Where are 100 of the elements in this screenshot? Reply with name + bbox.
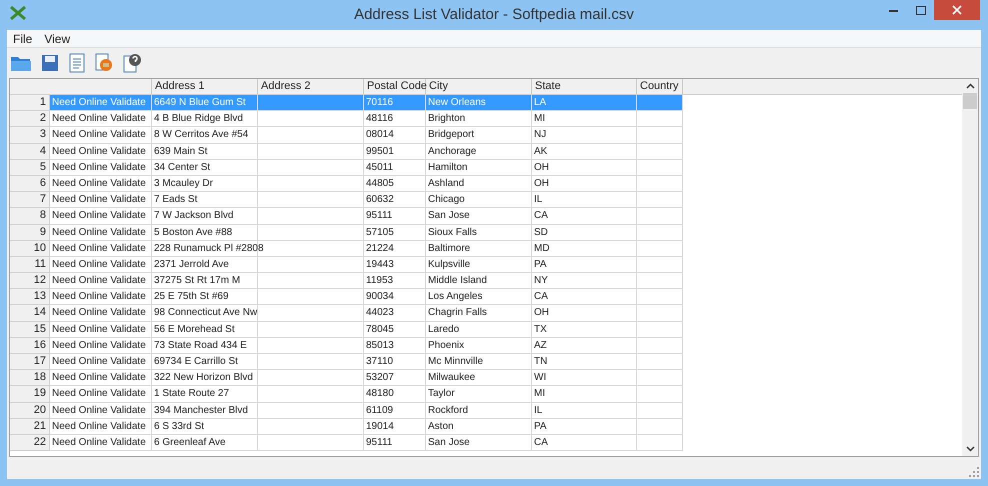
table-cell: PA <box>534 258 547 270</box>
table-row[interactable]: Need Online Validate 3 Mcauley Dr 44805 Ashland OH <box>50 176 683 192</box>
table-cell: 44023 <box>366 307 394 318</box>
table-cell: 6 S 33rd St <box>154 420 204 432</box>
column-header[interactable]: Address 1 <box>152 79 258 94</box>
table-cell: 61109 <box>366 404 394 416</box>
table-cell: 95111 <box>366 436 392 448</box>
table-cell: Kulpsville <box>428 258 470 270</box>
table-row[interactable]: Need Online Validate 322 New Horizon Blvd 53207 Milwaukee WI <box>50 370 683 386</box>
row-header[interactable]: 22 <box>10 434 50 452</box>
scroll-down-icon[interactable] <box>966 446 974 452</box>
row-header[interactable]: 5 <box>10 160 50 176</box>
scroll-thumb[interactable] <box>963 93 977 109</box>
table-row[interactable]: Need Online Validate 73 State Road 434 E 85013 Phoenix AZ <box>50 338 683 354</box>
table-row[interactable]: Need Online Validate 5 Boston Ave #88 57105 Sioux Falls SD <box>50 224 683 241</box>
row-header[interactable]: 10 <box>10 240 50 257</box>
column-header[interactable]: Country <box>637 79 683 94</box>
help-icon[interactable] <box>122 53 142 73</box>
row-header[interactable]: 14 <box>10 305 50 322</box>
row-header[interactable]: 4 <box>10 144 50 160</box>
row-header[interactable]: 7 <box>10 192 50 208</box>
table-row[interactable]: Need Online Validate 69734 E Carrillo St 37110 Mc Minnville TN <box>50 354 683 370</box>
table-cell: 19443 <box>366 258 394 270</box>
table-cell: 34 Center St <box>154 162 210 173</box>
table-cell: 53207 <box>366 372 394 384</box>
window-title: Address List Validator - Softpedia mail.csv <box>354 4 634 25</box>
app-icon <box>10 6 26 20</box>
row-header[interactable]: 21 <box>10 418 50 435</box>
table-row[interactable]: Need Online Validate 98 Connecticut Ave Nw 44023 Chagrin Falls OH <box>50 305 683 322</box>
table-row[interactable]: Need Online Validate 7 W Jackson Blvd 95111 San Jose CA <box>50 208 683 224</box>
table-row[interactable]: Need Online Validate 34 Center St 45011 Hamilton OH <box>50 160 683 176</box>
row-header[interactable]: 12 <box>10 273 50 290</box>
document-icon[interactable] <box>68 53 86 73</box>
table-row[interactable]: Need Online Validate 394 Manchester Blvd 61109 Rockford IL <box>50 402 683 419</box>
table-row[interactable]: Need Online Validate 37275 St Rt 17m M 11953 Middle Island NY <box>50 273 683 290</box>
table-row[interactable]: Need Online Validate 25 E 75th St #69 90034 Los Angeles CA <box>50 289 683 306</box>
table-cell: Need Online Validate <box>52 436 146 448</box>
table-cell: 7 Eads St <box>154 194 198 206</box>
close-button[interactable] <box>934 0 980 20</box>
row-header[interactable]: 15 <box>10 322 50 338</box>
table-cell: 6 Greenleaf Ave <box>154 436 226 448</box>
row-header[interactable]: 2 <box>10 111 50 128</box>
table-cell: 25 E 75th St #69 <box>154 291 229 302</box>
table-cell: Chagrin Falls <box>428 307 487 318</box>
row-header[interactable]: 1 <box>10 95 50 112</box>
table-row[interactable]: Need Online Validate 2371 Jerrold Ave 19443 Kulpsville PA <box>50 256 683 274</box>
table-cell: Laredo <box>428 324 460 335</box>
table-cell: San Jose <box>428 210 470 222</box>
row-header[interactable]: 17 <box>10 354 50 370</box>
column-header[interactable]: Postal Code <box>364 79 426 94</box>
row-header[interactable]: 3 <box>10 127 50 144</box>
row-header[interactable]: 8 <box>10 208 50 224</box>
table-row[interactable]: Need Online Validate 639 Main St 99501 Anchorage AK <box>50 144 683 160</box>
menu-item[interactable]: File <box>8 30 38 48</box>
table-cell: Need Online Validate <box>52 324 146 335</box>
table-row[interactable]: Need Online Validate 228 Runamuck Pl #2808 21224 Baltimore MD <box>50 240 683 257</box>
row-header[interactable]: 11 <box>10 256 50 274</box>
table-cell: Need Online Validate <box>52 291 146 302</box>
resize-grip-icon[interactable] <box>969 467 979 477</box>
table-cell: Need Online Validate <box>52 388 146 400</box>
table-row[interactable]: Need Online Validate 7 Eads St 60632 Chicago IL <box>50 192 683 208</box>
table-cell: 70116 <box>366 97 394 108</box>
table-row[interactable]: Need Online Validate 4 B Blue Ridge Blvd 48116 Brighton MI <box>50 111 683 128</box>
table-cell: Los Angeles <box>428 291 482 302</box>
row-header[interactable]: 16 <box>10 338 50 354</box>
table-cell: 11953 <box>366 275 394 286</box>
table-cell: Need Online Validate <box>52 113 146 124</box>
table-cell: 45011 <box>366 162 394 173</box>
table-row[interactable]: Need Online Validate 56 E Morehead St 78045 Laredo TX <box>50 322 683 338</box>
row-header[interactable]: 19 <box>10 386 50 403</box>
table-cell: Need Online Validate <box>52 307 146 318</box>
menu-item[interactable]: View <box>39 30 76 48</box>
table-cell: Need Online Validate <box>52 420 146 432</box>
table-cell: 98 Connecticut Ave Nw <box>154 307 258 318</box>
table-cell: 3 Mcauley Dr <box>154 178 213 189</box>
table-cell: OH <box>534 162 549 173</box>
table-row[interactable]: Need Online Validate 6 Greenleaf Ave 95111 San Jose CA <box>50 434 683 452</box>
scroll-bar[interactable] <box>962 79 978 456</box>
table-cell: NJ <box>534 129 546 140</box>
row-header[interactable]: 20 <box>10 402 50 419</box>
column-header[interactable]: Address 2 <box>258 79 364 94</box>
table-cell: NY <box>534 275 548 286</box>
column-header[interactable]: State <box>532 79 637 94</box>
table-row[interactable]: Need Online Validate 8 W Cerritos Ave #54 08014 Bridgeport NJ <box>50 127 683 144</box>
table-cell: 69734 E Carrillo St <box>154 356 238 367</box>
table-cell: 5 Boston Ave #88 <box>154 226 232 238</box>
close-icon <box>952 5 962 15</box>
table-cell: Hamilton <box>428 162 468 173</box>
row-header[interactable]: 13 <box>10 289 50 306</box>
row-header[interactable]: 18 <box>10 370 50 386</box>
table-cell: Rockford <box>428 404 468 416</box>
table-cell: Need Online Validate <box>52 226 146 238</box>
row-header[interactable]: 9 <box>10 224 50 241</box>
document-stop-icon[interactable] <box>94 53 114 73</box>
column-header[interactable]: City <box>426 79 532 94</box>
table-row[interactable]: Need Online Validate 1 State Route 27 48180 Taylor MI <box>50 386 683 403</box>
table-row[interactable]: Need Online Validate 6 S 33rd St 19014 Aston PA <box>50 418 683 435</box>
row-header[interactable]: 6 <box>10 176 50 192</box>
scroll-up-icon[interactable] <box>966 83 974 89</box>
table-cell: MI <box>534 113 546 124</box>
